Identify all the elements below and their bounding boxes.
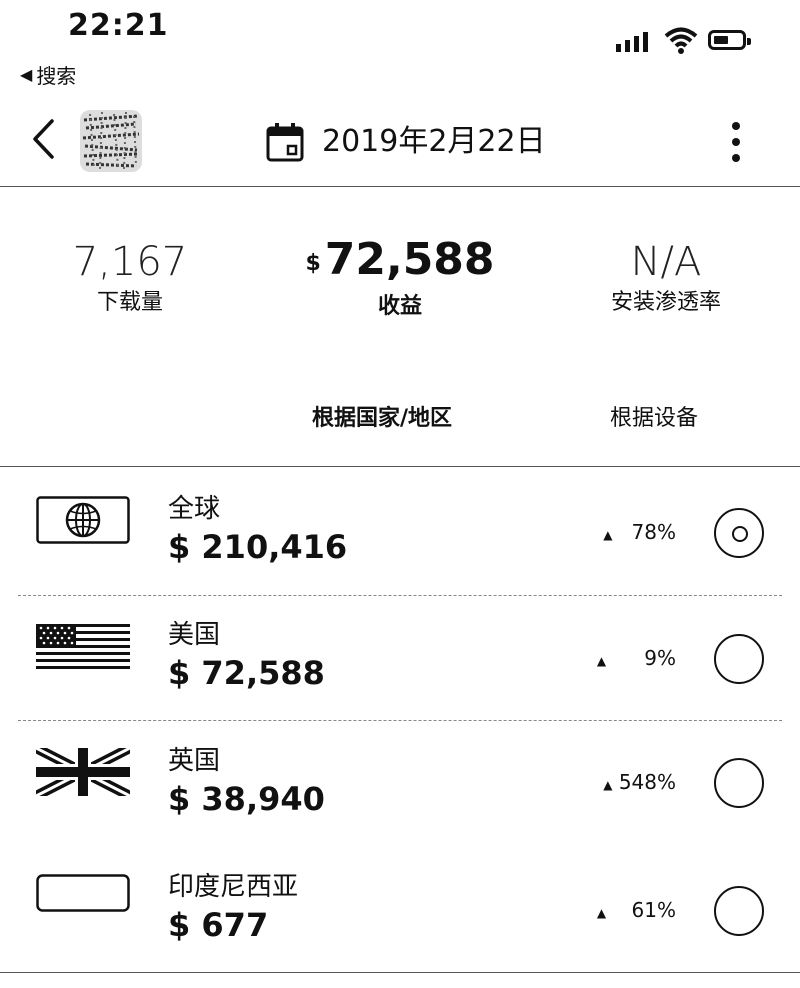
row-amount: $ 38,940 (168, 780, 325, 818)
row-amount: $ 72,588 (168, 654, 325, 692)
row-name: 全球 (168, 494, 221, 524)
change-percent: ▲ 9% (596, 646, 676, 670)
us-flag-icon (36, 624, 130, 669)
list-item[interactable]: 印度尼西亚 $ 677 ▲ 61% (0, 848, 800, 972)
bottom-divider (0, 972, 800, 973)
row-name: 印度尼西亚 (168, 872, 299, 902)
app-icon (80, 110, 142, 172)
row-name: 英国 (168, 746, 221, 776)
back-to-search-label: 搜索 (36, 64, 77, 88)
back-to-search-link[interactable]: ◀ 搜索 (20, 60, 76, 89)
downloads-label: 下载量 (96, 290, 163, 315)
install-rate-metric: N/A 安装渗透率 (576, 240, 756, 316)
downloads-metric: 7,167 下载量 (50, 240, 210, 316)
cellular-signal-icon (616, 30, 648, 52)
list-item[interactable]: 美国 $ 72,588 ▲ 9% (0, 596, 800, 720)
install-rate-label: 安装渗透率 (610, 290, 721, 315)
row-name: 美国 (168, 620, 221, 650)
calendar-icon[interactable] (266, 122, 304, 162)
header-divider (0, 186, 800, 187)
wifi-icon (664, 27, 698, 54)
change-percent: ▲ 548% (603, 770, 676, 794)
list-item[interactable]: 全球 $ 210,416 ▲ 78% (0, 470, 800, 592)
more-options-icon[interactable] (732, 122, 742, 170)
tabs-divider (0, 466, 800, 467)
radio-selected[interactable] (714, 508, 764, 558)
list-item[interactable]: 英国 $ 38,940 ▲ 548% (0, 722, 800, 846)
up-triangle-icon: ▲ (603, 528, 613, 542)
battery-icon (708, 30, 751, 50)
back-chevron-icon[interactable] (30, 118, 56, 160)
up-triangle-icon: ▲ (596, 654, 607, 668)
install-rate-value: N/A (630, 239, 702, 285)
uk-flag-icon (36, 748, 130, 796)
change-percent: ▲ 61% (596, 898, 676, 922)
row-amount: $ 210,416 (168, 528, 348, 566)
row-divider (18, 720, 782, 721)
radio-unselected[interactable] (714, 758, 764, 808)
revenue-currency: $ (305, 251, 321, 276)
up-triangle-icon: ▲ (603, 778, 613, 792)
up-triangle-icon: ▲ (596, 906, 607, 920)
revenue-metric: $72,588 收益 (280, 236, 520, 320)
tab-by-country[interactable]: 根据国家/地区 (312, 400, 452, 432)
revenue-value: 72,588 (324, 234, 495, 285)
radio-unselected[interactable] (714, 634, 764, 684)
change-percent: ▲ 78% (603, 520, 676, 544)
indonesia-flag-icon (36, 874, 130, 912)
globe-icon (36, 496, 130, 544)
revenue-label: 收益 (377, 294, 422, 319)
downloads-value: 7,167 (72, 239, 188, 285)
radio-unselected[interactable] (714, 886, 764, 936)
status-time: 22:21 (68, 8, 169, 43)
date-selector[interactable]: 2019年2月22日 (322, 116, 546, 160)
row-amount: $ 677 (168, 906, 269, 944)
tab-by-device[interactable]: 根据设备 (610, 400, 698, 432)
back-triangle-icon: ◀ (20, 65, 33, 84)
